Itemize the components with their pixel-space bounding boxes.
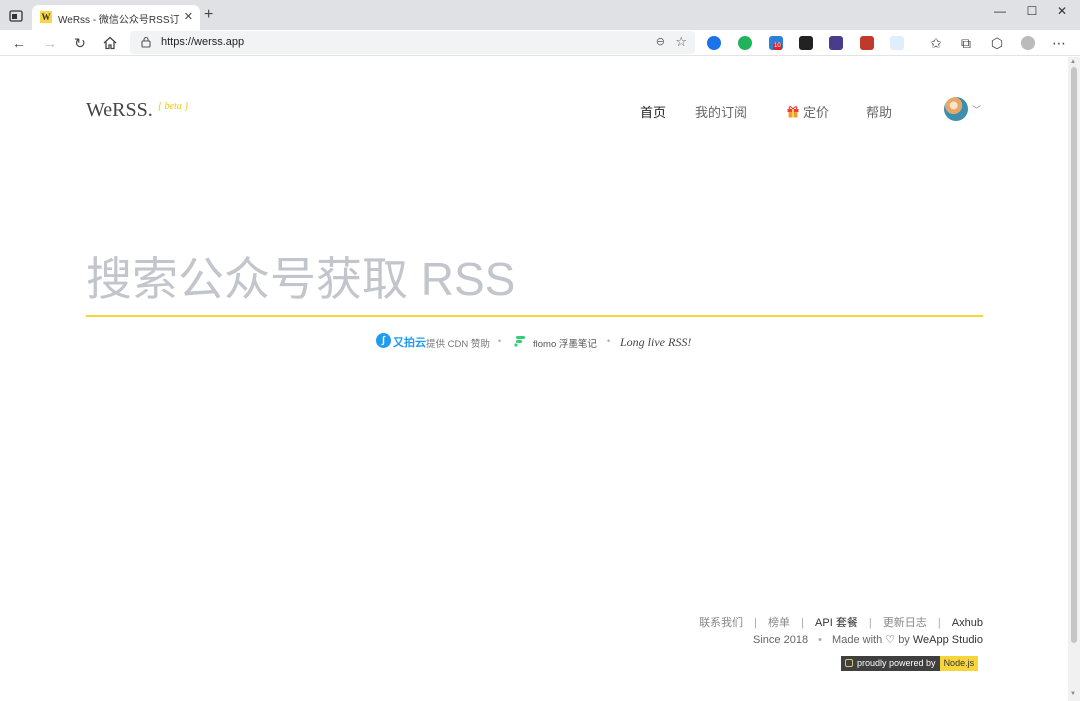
extension-ia-icon[interactable] [829, 36, 843, 50]
footer-ranking-link[interactable]: 榜单 [768, 614, 790, 630]
extension-badge: 10 [773, 43, 782, 50]
active-tab[interactable]: W WeRss - 微信公众号RSS订阅 ✕ [32, 5, 200, 30]
tab-actions-icon[interactable] [8, 8, 24, 24]
extension-dark-icon[interactable] [799, 36, 813, 50]
chevron-down-icon[interactable]: ﹀ [972, 103, 981, 116]
user-avatar[interactable] [944, 97, 968, 121]
nav-pricing[interactable]: 定价 [786, 102, 829, 121]
search-input[interactable] [86, 247, 983, 311]
gift-icon [787, 106, 799, 118]
weapp-studio-link[interactable]: WeApp Studio [913, 634, 983, 646]
beta-label: { beta } [158, 101, 189, 112]
footer-separator: | [801, 617, 804, 629]
since-text: Since 2018 [753, 634, 809, 646]
powered-by-badge[interactable]: proudly powered by Node.js [841, 656, 979, 671]
url-text: https://werss.app [161, 36, 245, 48]
browser-toolbar: ← → ↻ https://werss.app ⊖ ☆ 10 ✩ ⧉ ⬡ ⋯ [0, 30, 1080, 56]
page-content: WeRSS. { beta } 首页 我的订阅 定价 帮助 ﹀ ∫ 又拍云 提供… [0, 57, 1068, 701]
made-with-text: Made with [832, 634, 883, 646]
site-logo[interactable]: WeRSS. [86, 99, 153, 122]
new-tab-button[interactable]: + [204, 7, 213, 23]
upyun-link[interactable]: 又拍云 [393, 334, 426, 350]
reload-button[interactable]: ↻ [71, 34, 89, 52]
footer-separator: | [754, 617, 757, 629]
footer-axhub-link[interactable]: Axhub [952, 617, 983, 629]
minimize-button[interactable]: — [990, 4, 1010, 18]
zoom-icon[interactable]: ⊖ [656, 35, 665, 48]
tab-title: WeRss - 微信公众号RSS订阅 [58, 15, 180, 26]
more-menu-icon[interactable]: ⋯ [1050, 34, 1068, 52]
flomo-link[interactable]: flomo 浮墨笔记 [533, 336, 597, 350]
extension-grid-icon[interactable]: 10 [769, 36, 783, 50]
separator-dot: • [818, 634, 822, 646]
heart-icon: ♡ [885, 634, 896, 646]
home-icon[interactable] [102, 35, 118, 51]
footer-separator: | [937, 617, 941, 629]
favorite-star-icon[interactable]: ☆ [675, 34, 687, 50]
nav-help[interactable]: 帮助 [866, 102, 892, 121]
tab-close-icon[interactable]: ✕ [184, 10, 193, 23]
address-bar[interactable]: https://werss.app ⊖ ☆ [130, 31, 695, 54]
cdn-sponsor-text: 提供 CDN 赞助 [426, 339, 490, 350]
profile-icon[interactable] [1021, 36, 1035, 50]
nav-my-subscriptions[interactable]: 我的订阅 [695, 102, 747, 121]
upyun-icon[interactable]: ∫ [376, 333, 391, 348]
footer-links: 联系我们 | 榜单 | API 套餐 | 更新日志 | Axhub [699, 614, 983, 630]
close-window-button[interactable]: ✕ [1052, 4, 1072, 18]
lock-icon [141, 36, 151, 48]
footer-credits: Since 2018 • Made with ♡ by WeApp Studio [753, 633, 983, 646]
extension-g-icon[interactable] [707, 36, 721, 50]
collections-icon[interactable]: ⧉ [957, 34, 975, 52]
footer-changelog-link[interactable]: 更新日志 [883, 614, 927, 630]
nodejs-label: Node.js [939, 656, 979, 671]
search-underline [86, 315, 983, 317]
by-text: by [898, 634, 910, 646]
scroll-thumb[interactable] [1071, 67, 1077, 643]
nav-pricing-label: 定价 [803, 105, 830, 120]
back-button[interactable]: ← [10, 34, 28, 52]
favorites-icon[interactable]: ✩ [927, 34, 945, 52]
browser-tab-bar: W WeRss - 微信公众号RSS订阅 ✕ + — ☐ ✕ [0, 0, 1080, 30]
separator-dot: • [607, 336, 611, 346]
werss-favicon: W [40, 11, 52, 23]
vertical-scrollbar[interactable]: ▲ ▼ [1068, 57, 1080, 701]
flomo-icon[interactable] [513, 335, 526, 347]
footer-contact-link[interactable]: 联系我们 [699, 614, 743, 630]
extension-v-icon[interactable] [738, 36, 752, 50]
scroll-up-arrow-icon[interactable]: ▲ [1070, 59, 1076, 65]
footer-separator: | [868, 617, 872, 629]
tagline: Long live RSS! [620, 335, 692, 349]
powered-by-text: proudly powered by [857, 658, 936, 668]
scroll-down-arrow-icon[interactable]: ▼ [1070, 691, 1076, 697]
powered-by-label: proudly powered by [841, 656, 940, 671]
footer-api-link[interactable]: API 套餐 [814, 614, 859, 630]
separator-dot: • [498, 336, 502, 346]
maximize-button[interactable]: ☐ [1022, 4, 1042, 18]
nav-home[interactable]: 首页 [640, 102, 666, 121]
forward-button[interactable]: → [41, 34, 59, 52]
nodejs-icon [845, 659, 853, 667]
extensions-icon[interactable]: ⬡ [988, 34, 1006, 52]
extension-translate-icon[interactable] [890, 36, 904, 50]
extension-shield-icon[interactable] [860, 36, 874, 50]
